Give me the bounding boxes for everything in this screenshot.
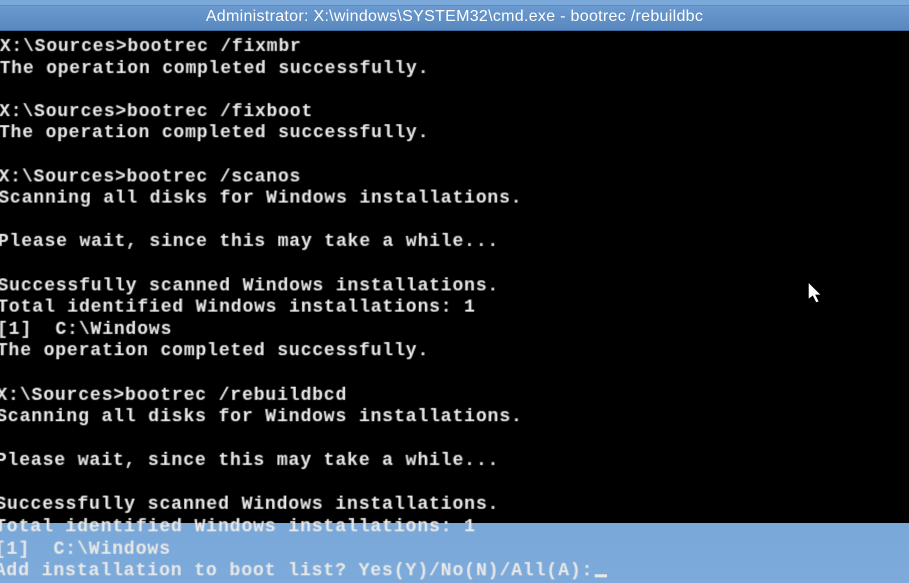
terminal-line — [0, 473, 909, 495]
terminal-line: Successfully scanned Windows installatio… — [0, 495, 909, 517]
terminal-line: Total identified Windows installations: … — [0, 517, 909, 539]
cmd-window: Administrator: X:\windows\SYSTEM32\cmd.e… — [0, 5, 909, 523]
terminal-line: [1] C:\Windows — [0, 319, 909, 341]
window-title-text: Administrator: X:\windows\SYSTEM32\cmd.e… — [206, 8, 703, 25]
terminal-line: Successfully scanned Windows installatio… — [0, 276, 909, 298]
terminal-line: The operation completed successfully. — [0, 341, 909, 363]
terminal-line: Please wait, since this may take a while… — [0, 232, 909, 254]
terminal-line: Scanning all disks for Windows installat… — [0, 189, 909, 211]
terminal-line: X:\Sources>bootrec /fixboot — [0, 102, 909, 124]
terminal-line: X:\Sources>bootrec /scanos — [0, 167, 909, 189]
terminal-line — [0, 80, 909, 102]
terminal-line: Add installation to boot list? Yes(Y)/No… — [0, 561, 909, 583]
window-titlebar: Administrator: X:\windows\SYSTEM32\cmd.e… — [0, 6, 909, 31]
terminal-output[interactable]: X:\Sources>bootrec /fixmbrThe operation … — [0, 31, 909, 583]
terminal-line: The operation completed successfully. — [0, 59, 909, 81]
terminal-line: Scanning all disks for Windows installat… — [0, 407, 909, 429]
terminal-line — [0, 429, 909, 451]
text-cursor — [594, 575, 606, 578]
terminal-line: Please wait, since this may take a while… — [0, 451, 909, 473]
terminal-line — [0, 363, 909, 385]
terminal-line — [0, 145, 909, 167]
terminal-line: X:\Sources>bootrec /rebuildbcd — [0, 385, 909, 407]
terminal-line — [0, 254, 909, 276]
terminal-line: [1] C:\Windows — [0, 539, 909, 561]
terminal-line: Total identified Windows installations: … — [0, 298, 909, 320]
terminal-line: X:\Sources>bootrec /fixmbr — [0, 37, 909, 59]
terminal-line — [0, 210, 909, 232]
terminal-line: The operation completed successfully. — [0, 124, 909, 146]
